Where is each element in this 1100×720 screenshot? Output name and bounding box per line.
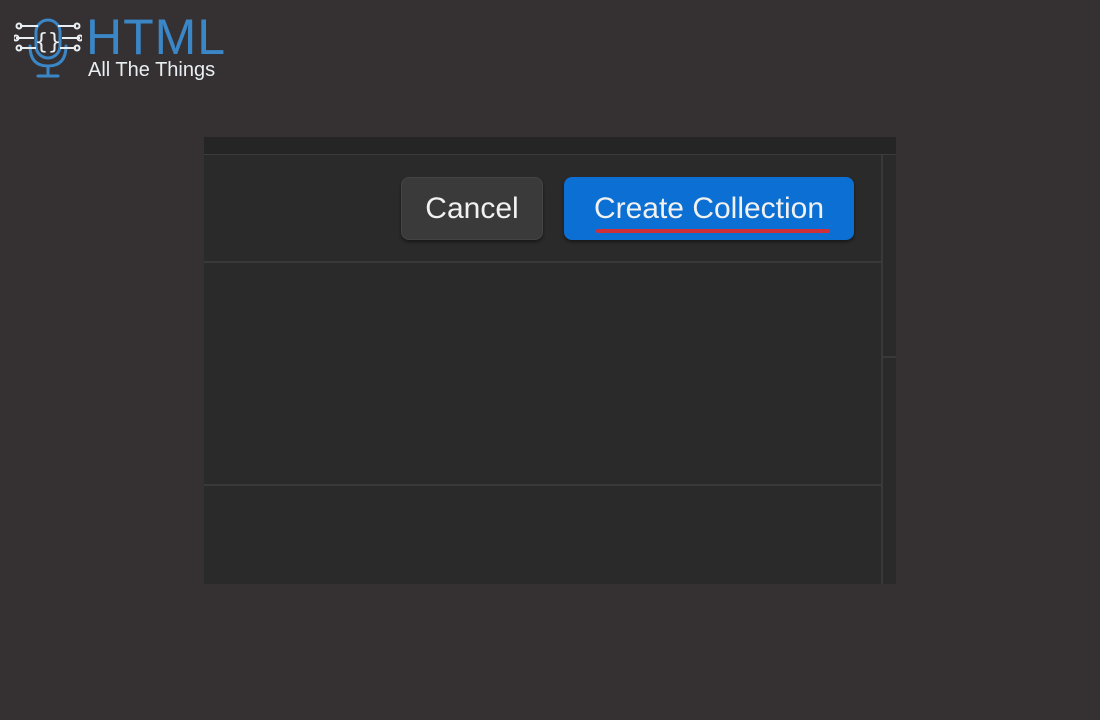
create-collection-button[interactable]: Create Collection [564,177,854,240]
cancel-button[interactable]: Cancel [401,177,543,240]
highlight-underline [595,228,831,233]
svg-text:{}: {} [35,30,62,55]
panel-divider [204,261,881,263]
create-collection-button-label: Create Collection [593,191,825,225]
cancel-button-label: Cancel [425,191,519,225]
microphone-circuit-icon: {} [14,18,82,78]
brand-logo: {} HTML All The Things [14,9,244,82]
dialog-panel: Cancel Create Collection [204,137,896,584]
panel-top-bar [204,137,896,155]
logo-subtitle: All The Things [88,59,216,81]
panel-divider [204,484,881,486]
panel-side-column [883,155,896,584]
logo-title: HTML [86,9,227,65]
panel-side-divider [883,356,896,358]
